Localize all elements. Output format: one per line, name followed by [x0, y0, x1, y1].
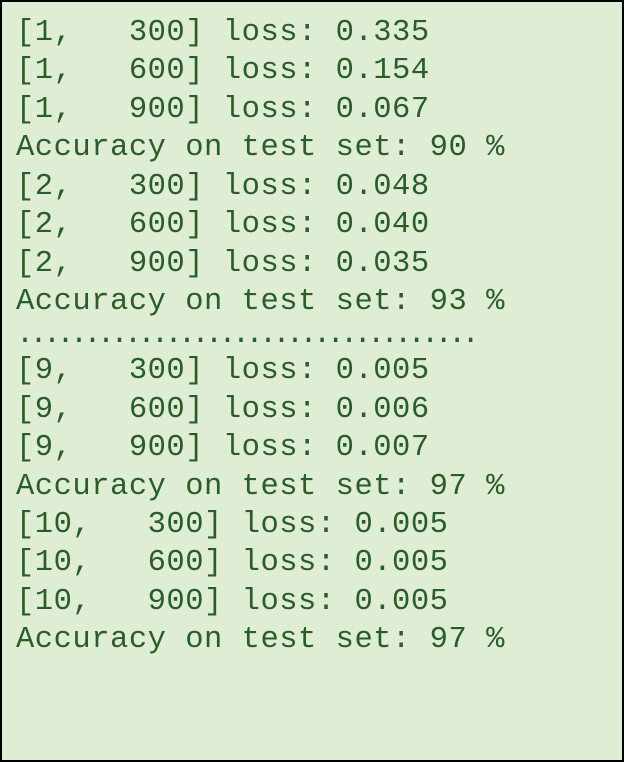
log-line: [9, 900] loss: 0.007 — [16, 429, 608, 467]
accuracy-line: Accuracy on test set: 90 % — [16, 129, 608, 167]
log-line: [10, 600] loss: 0.005 — [16, 544, 608, 582]
log-line: [9, 600] loss: 0.006 — [16, 391, 608, 429]
log-line: [10, 900] loss: 0.005 — [16, 583, 608, 621]
log-line: [2, 600] loss: 0.040 — [16, 206, 608, 244]
log-line: [1, 300] loss: 0.335 — [16, 14, 608, 52]
log-line: [1, 900] loss: 0.067 — [16, 91, 608, 129]
log-line: [1, 600] loss: 0.154 — [16, 52, 608, 90]
terminal-output: [1, 300] loss: 0.335 [1, 600] loss: 0.15… — [0, 0, 624, 762]
log-line: [2, 300] loss: 0.048 — [16, 168, 608, 206]
log-line: [2, 900] loss: 0.035 — [16, 245, 608, 283]
accuracy-line: Accuracy on test set: 97 % — [16, 621, 608, 659]
ellipsis-line: .................................. — [16, 321, 608, 352]
log-line: [9, 300] loss: 0.005 — [16, 352, 608, 390]
log-line: [10, 300] loss: 0.005 — [16, 506, 608, 544]
accuracy-line: Accuracy on test set: 97 % — [16, 468, 608, 506]
accuracy-line: Accuracy on test set: 93 % — [16, 283, 608, 321]
